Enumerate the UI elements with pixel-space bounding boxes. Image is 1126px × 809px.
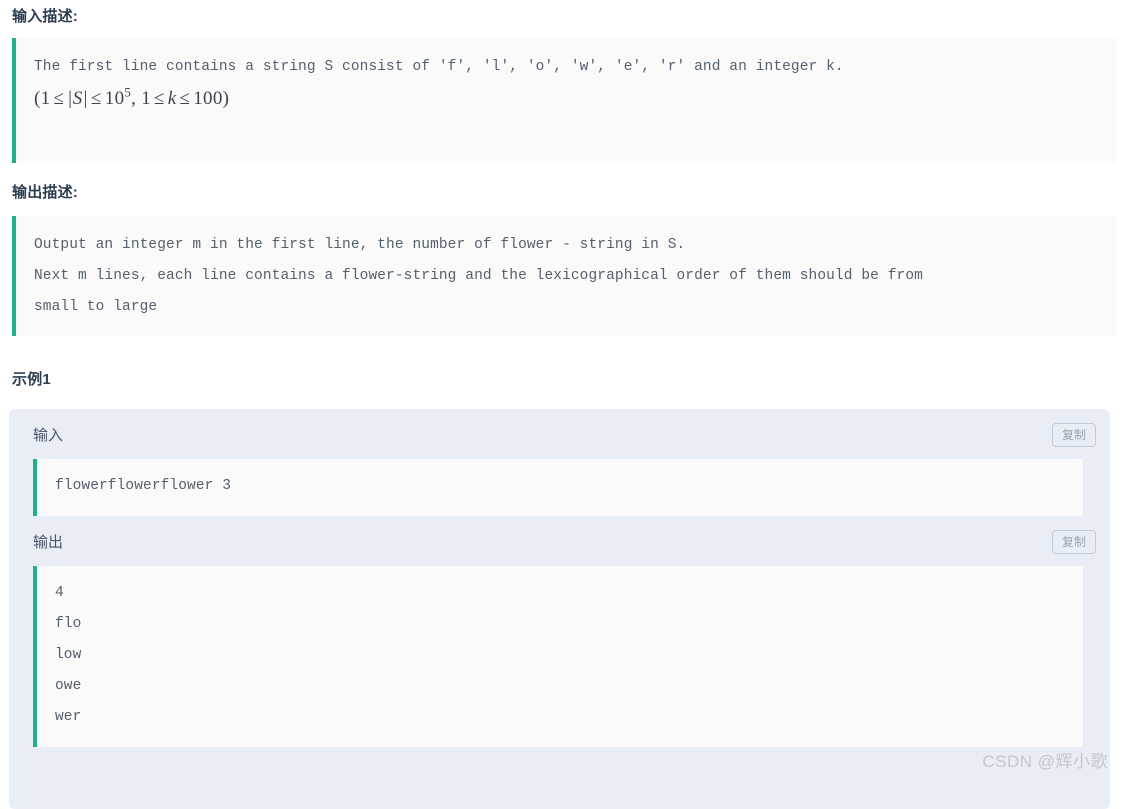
input-description-block: The first line contains a string S consi… [12, 38, 1116, 163]
input-description-line: The first line contains a string S consi… [34, 59, 844, 75]
formula-comma: , 1 [131, 88, 152, 109]
sample-output-code-block: 4 flo low owe wer [33, 566, 1083, 747]
formula-le-2: ≤ [91, 88, 102, 109]
copy-input-button[interactable]: 复制 [1051, 423, 1096, 447]
output-description-line: Output an integer m in the first line, t… [34, 237, 686, 253]
sample-output-bar: 输出 复制 [9, 516, 1110, 566]
copy-output-button[interactable]: 复制 [1051, 530, 1096, 554]
output-description-line: Next m lines, each line contains a flowe… [34, 268, 923, 284]
input-constraint-formula: (1 ≤ |S| ≤105, 1 ≤ k ≤100) [34, 83, 1100, 114]
output-description-block: Output an integer m in the first line, t… [12, 216, 1116, 336]
sample-output-code-line: 4 [55, 585, 64, 601]
formula-abs-s: |S| [67, 88, 89, 109]
sample-output-code-line: wer [55, 709, 82, 725]
sample-output-code-line: flo [55, 616, 82, 632]
formula-close: ) [222, 88, 230, 109]
formula-le-1: ≤ [53, 88, 65, 109]
output-description-heading: 输出描述: [12, 184, 78, 201]
formula-hundred: 100 [193, 88, 223, 109]
sample-output-code-line: owe [55, 678, 82, 694]
sample-output-code-line: low [55, 647, 82, 663]
formula-le-4: ≤ [179, 88, 191, 109]
output-description-line: small to large [34, 299, 158, 315]
input-description-heading: 输入描述: [12, 8, 78, 25]
sample-input-code-line: flowerflowerflower 3 [55, 478, 232, 494]
formula-ten: 10 [104, 88, 125, 109]
sample-input-bar: 输入 复制 [9, 409, 1110, 459]
sample-input-code-block: flowerflowerflower 3 [33, 459, 1083, 516]
sample-card: 输入 复制 flowerflowerflower 3 输出 复制 4 flo l… [9, 409, 1110, 809]
formula-k: k [167, 88, 177, 109]
formula-open: (1 [34, 88, 51, 109]
sample-input-label: 输入 [33, 426, 64, 444]
formula-le-3: ≤ [154, 88, 165, 109]
sample-output-label: 输出 [33, 533, 64, 551]
problem-description-page: 输入描述: The first line contains a string S… [0, 0, 1126, 809]
sample-heading: 示例1 [12, 371, 51, 388]
